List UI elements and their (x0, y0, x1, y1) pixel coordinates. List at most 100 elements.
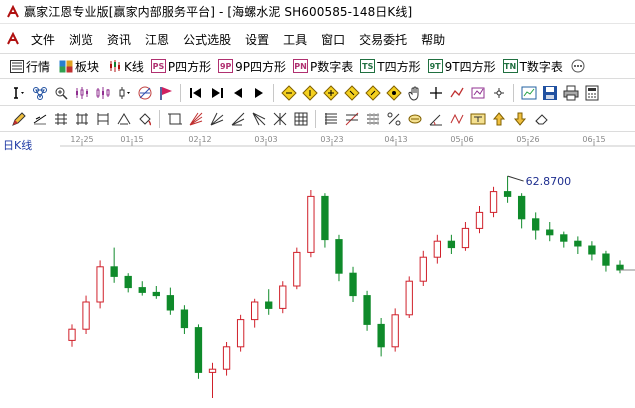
arrow-up-tool-icon[interactable] (489, 109, 508, 129)
quote-button[interactable]: 行情 (6, 56, 53, 76)
menu-gann[interactable]: 江恩 (138, 31, 176, 48)
line-tool-4-icon[interactable] (93, 109, 112, 129)
chart-window-icon[interactable] (519, 83, 538, 103)
menu-trade[interactable]: 交易委托 (352, 31, 414, 48)
sector-label: 板块 (75, 59, 100, 74)
menu-help[interactable]: 帮助 (414, 31, 452, 48)
candle-body (180, 309, 189, 329)
diamond-4-icon[interactable] (342, 83, 361, 103)
fan-1-icon[interactable] (186, 109, 205, 129)
menu-bar: 文件 浏览 资讯 江恩 公式选股 设置 工具 窗口 交易委托 帮助 (0, 27, 635, 51)
line-tool-5-icon[interactable] (114, 109, 133, 129)
t-square-button[interactable]: TS T四方形 (358, 56, 423, 76)
p-square-label: P四方形 (167, 59, 212, 74)
candle-body (96, 266, 104, 303)
crosshair-icon[interactable] (426, 83, 445, 103)
fill-tool-icon[interactable] (135, 109, 154, 129)
candle-body (349, 272, 357, 297)
print-icon[interactable] (561, 83, 580, 103)
p-square-button[interactable]: PS P四方形 (149, 56, 214, 76)
fan-3-icon[interactable] (228, 109, 247, 129)
candle-body (152, 291, 160, 297)
menu-window[interactable]: 窗口 (314, 31, 352, 48)
diamond-2-icon[interactable] (300, 83, 319, 103)
toolbar-separator (159, 110, 160, 128)
candle-body (503, 191, 512, 197)
candle-body (236, 319, 245, 348)
angle-tool-icon[interactable] (426, 109, 445, 129)
menu-browse[interactable]: 浏览 (62, 31, 100, 48)
p-number-table-button[interactable]: PN P数字表 (291, 56, 356, 76)
flag-icon[interactable] (156, 83, 175, 103)
fan-4-icon[interactable] (249, 109, 268, 129)
first-icon[interactable] (186, 83, 205, 103)
fib-2-icon[interactable] (342, 109, 361, 129)
candle-single-icon[interactable] (114, 83, 133, 103)
pencil-icon[interactable] (9, 109, 28, 129)
menu-file[interactable]: 文件 (24, 31, 62, 48)
text-tool-icon[interactable] (468, 109, 487, 129)
candle-body (363, 295, 371, 325)
last-icon[interactable] (207, 83, 226, 103)
date-tick-label: 12-25 (70, 135, 93, 144)
diamond-1-icon[interactable] (279, 83, 298, 103)
indicator-icon[interactable] (468, 83, 487, 103)
date-axis-svg: 12-25 01-15 02-12 03-03 03-23 04-13 05-06 05-26… (60, 135, 635, 147)
candle-body (265, 301, 273, 309)
menu-settings[interactable]: 设置 (238, 31, 276, 48)
fan-5-icon[interactable] (270, 109, 289, 129)
diamond-5-icon[interactable] (363, 83, 382, 103)
rect-tool-icon[interactable] (165, 109, 184, 129)
toolbar-separator (315, 110, 316, 128)
line-tool-1-icon[interactable] (30, 109, 49, 129)
cursor-line-icon[interactable] (9, 83, 28, 103)
candle-body (517, 195, 526, 220)
toggle-icon[interactable] (489, 83, 508, 103)
menu-app-icon[interactable] (6, 32, 20, 46)
line-tool-2-icon[interactable] (51, 109, 70, 129)
9t-square-button[interactable]: 9T 9T四方形 (426, 56, 499, 76)
kline-chart[interactable]: 62.8700 (0, 148, 635, 408)
network-icon[interactable] (30, 83, 49, 103)
menu-info[interactable]: 资讯 (100, 31, 138, 48)
eraser-icon[interactable] (531, 109, 550, 129)
fib-1-icon[interactable] (321, 109, 340, 129)
9p-square-button[interactable]: 9P 9P四方形 (216, 56, 289, 76)
more-icon[interactable] (569, 56, 588, 76)
candle-type-2-icon[interactable] (93, 83, 112, 103)
draw-line-icon[interactable] (447, 83, 466, 103)
sector-icon (58, 56, 74, 76)
gann-tool-icon[interactable] (135, 83, 154, 103)
kline-label: K线 (124, 59, 144, 74)
diamond-3-icon[interactable] (321, 83, 340, 103)
quote-icon (9, 56, 25, 76)
next-icon[interactable] (249, 83, 268, 103)
circle-tool-icon[interactable] (405, 109, 424, 129)
menu-tools[interactable]: 工具 (276, 31, 314, 48)
9p-icon: 9P (218, 59, 234, 73)
percent-icon[interactable] (384, 109, 403, 129)
sector-button[interactable]: 板块 (55, 56, 102, 76)
hand-pan-icon[interactable] (405, 83, 424, 103)
prev-icon[interactable] (228, 83, 247, 103)
kline-svg[interactable]: 62.8700 (0, 148, 635, 408)
candle-body (138, 287, 146, 293)
wave-tool-icon[interactable] (447, 109, 466, 129)
fib-3-icon[interactable] (363, 109, 382, 129)
candle-type-1-icon[interactable] (72, 83, 91, 103)
pn-icon: PN (293, 59, 309, 73)
line-tool-3-icon[interactable] (72, 109, 91, 129)
zoom-in-icon[interactable] (51, 83, 70, 103)
calculator-icon[interactable] (582, 83, 601, 103)
grid-tool-icon[interactable] (291, 109, 310, 129)
toolbar-separator (513, 83, 514, 102)
kline-button[interactable]: K线 (104, 56, 147, 76)
candle-body (335, 239, 343, 274)
arrow-down-tool-icon[interactable] (510, 109, 529, 129)
fan-2-icon[interactable] (207, 109, 226, 129)
menu-formula-select[interactable]: 公式选股 (176, 31, 238, 48)
date-tick-label: 04-13 (384, 135, 407, 144)
save-icon[interactable] (540, 83, 559, 103)
t-number-table-button[interactable]: TN T数字表 (501, 56, 566, 76)
diamond-6-icon[interactable] (384, 83, 403, 103)
